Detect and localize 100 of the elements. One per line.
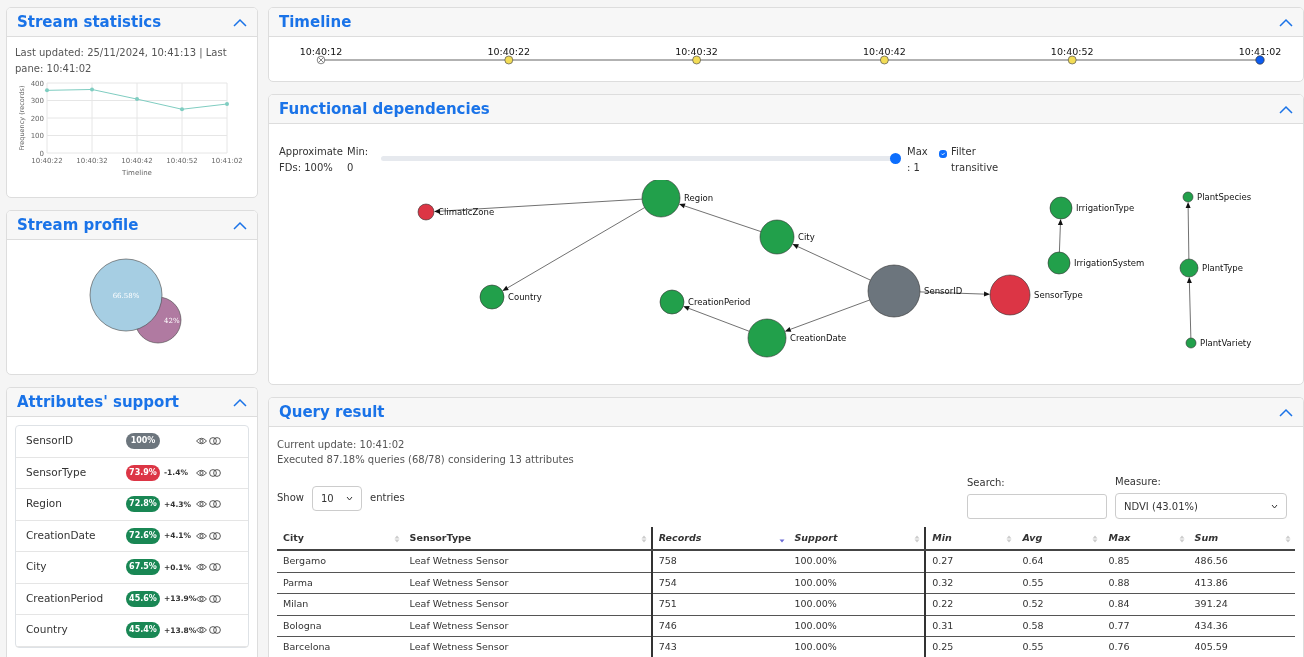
timeline-marker[interactable] bbox=[1255, 55, 1265, 65]
support-badge: 72.8% bbox=[126, 496, 160, 513]
graph-node[interactable] bbox=[989, 274, 1031, 316]
graph-node[interactable] bbox=[867, 264, 921, 318]
node-label: PlantSpecies bbox=[1197, 192, 1252, 202]
table-cell: Bologna bbox=[277, 615, 404, 637]
eye-icon[interactable] bbox=[196, 594, 207, 603]
node-label: CreationPeriod bbox=[688, 297, 751, 307]
eye-icon[interactable] bbox=[196, 563, 207, 572]
table-cell: 405.59 bbox=[1188, 636, 1295, 657]
panel-title: Functional dependencies bbox=[279, 100, 490, 118]
slider-thumb[interactable] bbox=[890, 153, 901, 164]
caret-icon bbox=[1271, 503, 1278, 509]
overlapping-circles-icon[interactable] bbox=[209, 626, 221, 635]
table-cell: 0.77 bbox=[1102, 615, 1189, 637]
overlapping-circles-icon[interactable] bbox=[209, 563, 221, 572]
slider-track[interactable] bbox=[381, 156, 901, 161]
data-point bbox=[45, 88, 49, 93]
graph-node[interactable] bbox=[417, 203, 435, 221]
overlapping-circles-icon[interactable] bbox=[209, 468, 221, 477]
attribute-name: City bbox=[26, 559, 48, 575]
executed-text: Executed 87.18% queries (68/78) considering 13 attributes bbox=[277, 453, 575, 467]
collapse-chevron-icon[interactable] bbox=[1279, 17, 1293, 27]
table-cell: 100.00% bbox=[788, 593, 926, 615]
eye-icon[interactable] bbox=[196, 531, 207, 540]
support-badge: 45.6% bbox=[126, 590, 160, 607]
graph-node[interactable] bbox=[659, 289, 685, 315]
excluded-marker-icon[interactable] bbox=[316, 55, 326, 65]
column-header[interactable]: Max bbox=[1102, 527, 1189, 551]
node-label: Region bbox=[684, 193, 714, 203]
table-cell: Barcelona bbox=[277, 636, 404, 657]
update-text: Current update: 10:41:02 bbox=[277, 438, 406, 452]
eye-icon[interactable] bbox=[196, 468, 207, 477]
node-label: IrrigationSystem bbox=[1074, 258, 1145, 268]
table-cell: 0.58 bbox=[1016, 615, 1103, 637]
panel-title: Stream profile bbox=[17, 216, 139, 234]
graph-node[interactable] bbox=[1179, 258, 1199, 278]
overlapping-circles-icon[interactable] bbox=[209, 500, 221, 509]
table-cell: 434.36 bbox=[1188, 615, 1295, 637]
support-badge: 73.9% bbox=[126, 464, 160, 481]
support-badge: 45.4% bbox=[126, 622, 160, 639]
dependency-arrow bbox=[683, 306, 750, 332]
support-badge: 100% bbox=[126, 433, 160, 450]
column-header[interactable]: Support bbox=[788, 527, 926, 551]
table-cell: 0.22 bbox=[925, 593, 1017, 615]
column-header[interactable]: Avg bbox=[1016, 527, 1103, 551]
graph-node[interactable] bbox=[641, 180, 681, 218]
time-label: 10:40:32 bbox=[675, 46, 718, 57]
caret-icon bbox=[346, 496, 353, 501]
timeline-marker[interactable] bbox=[504, 55, 514, 65]
entries-select[interactable]: 10 bbox=[312, 486, 362, 511]
collapse-chevron-icon[interactable] bbox=[233, 397, 247, 407]
support-badge: 67.5% bbox=[126, 559, 160, 576]
node-label: SensorType bbox=[1034, 290, 1083, 300]
graph-node[interactable] bbox=[479, 284, 505, 310]
graph-node[interactable] bbox=[1182, 191, 1194, 203]
time-label: 10:40:42 bbox=[863, 46, 906, 57]
filter-checkbox[interactable] bbox=[939, 150, 947, 158]
measure-select[interactable]: NDVI (43.01%) bbox=[1115, 493, 1287, 519]
table-cell: 746 bbox=[651, 615, 789, 637]
table-cell: 0.84 bbox=[1102, 593, 1189, 615]
approximate-label: Approximate FDs: 100% bbox=[279, 145, 341, 175]
attribute-name: SensorID bbox=[26, 433, 75, 449]
eye-icon[interactable] bbox=[196, 500, 207, 509]
data-point bbox=[225, 102, 229, 106]
table-cell: Bergamo bbox=[277, 550, 404, 572]
timeline-marker[interactable] bbox=[1067, 55, 1077, 65]
collapse-chevron-icon[interactable] bbox=[233, 220, 247, 230]
table-cell: 100.00% bbox=[788, 615, 926, 637]
column-header[interactable]: Min bbox=[925, 527, 1017, 551]
timeline-marker[interactable] bbox=[880, 55, 889, 65]
graph-node[interactable] bbox=[759, 219, 795, 255]
column-header[interactable]: City bbox=[277, 527, 404, 551]
column-header[interactable]: Sum bbox=[1188, 527, 1295, 551]
timeline-marker[interactable] bbox=[692, 55, 701, 65]
graph-node[interactable] bbox=[1049, 196, 1073, 220]
slider-min-label: Min: bbox=[347, 145, 370, 159]
table-cell: 100.00% bbox=[788, 572, 926, 594]
column-header[interactable]: Records bbox=[651, 527, 789, 551]
table-cell: Leaf Wetness Sensor bbox=[403, 636, 652, 657]
overlapping-circles-icon[interactable] bbox=[209, 531, 221, 540]
eye-icon[interactable] bbox=[196, 437, 207, 446]
collapse-chevron-icon[interactable] bbox=[233, 17, 247, 27]
eye-icon[interactable] bbox=[196, 626, 207, 635]
table-cell: Parma bbox=[277, 572, 404, 594]
collapse-chevron-icon[interactable] bbox=[1279, 407, 1293, 417]
graph-node[interactable] bbox=[1185, 337, 1197, 349]
table-cell: 0.76 bbox=[1102, 636, 1189, 657]
overlapping-circles-icon[interactable] bbox=[209, 594, 221, 603]
node-label: PlantVariety bbox=[1200, 338, 1252, 348]
entries-label: entries bbox=[370, 491, 405, 505]
search-field[interactable] bbox=[967, 494, 1107, 519]
collapse-chevron-icon[interactable] bbox=[1279, 104, 1293, 114]
attribute-name: CreationPeriod bbox=[26, 590, 105, 606]
column-header[interactable]: SensorType bbox=[403, 527, 652, 551]
graph-node[interactable] bbox=[1047, 251, 1071, 275]
table-cell: 413.86 bbox=[1188, 572, 1295, 594]
graph-node[interactable] bbox=[747, 318, 787, 358]
table-cell: 0.88 bbox=[1102, 572, 1189, 594]
overlapping-circles-icon[interactable] bbox=[209, 437, 221, 446]
